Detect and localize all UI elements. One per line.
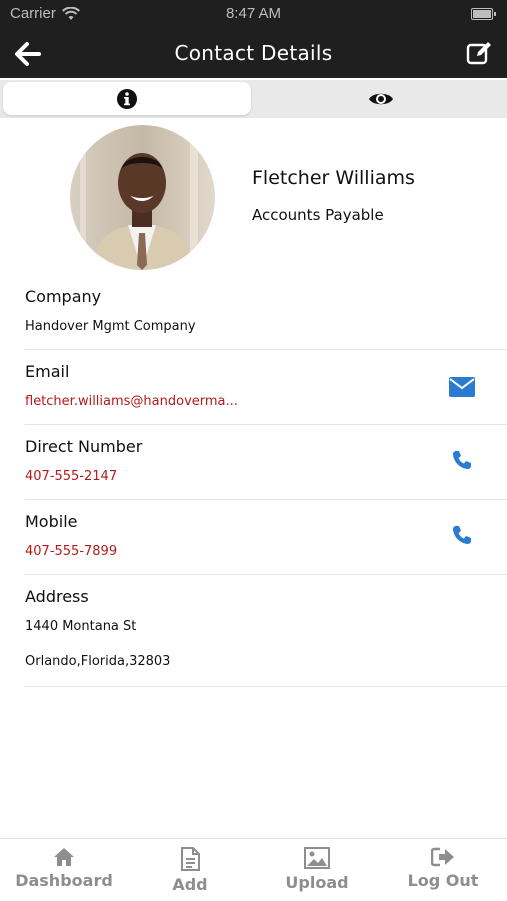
address-line-2: Orlando,Florida,32803 — [25, 654, 171, 669]
tab-add[interactable]: Add — [150, 839, 230, 901]
tab-dashboard[interactable]: Dashboard — [14, 839, 114, 901]
divider — [25, 349, 507, 350]
tab-add-label: Add — [172, 875, 208, 894]
direct-number-label: Direct Number — [25, 437, 143, 456]
envelope-icon[interactable] — [449, 377, 475, 397]
status-bar: Carrier 8:47 AM — [0, 0, 507, 28]
direct-number-row: Direct Number 407-555-2147 — [25, 437, 507, 484]
tab-view[interactable] — [256, 82, 506, 115]
phone-icon[interactable] — [452, 525, 472, 545]
tab-upload-label: Upload — [285, 873, 349, 892]
eye-icon — [369, 93, 393, 104]
company-label: Company — [25, 287, 102, 306]
contact-name: Fletcher Williams — [252, 167, 415, 189]
mobile-value[interactable]: 407-555-7899 — [25, 544, 507, 559]
logout-icon — [431, 847, 454, 867]
tab-info[interactable] — [3, 82, 251, 115]
info-icon — [117, 88, 137, 109]
tab-logout[interactable]: Log Out — [398, 839, 488, 901]
home-icon — [54, 848, 74, 866]
divider — [25, 499, 507, 500]
tab-dashboard-label: Dashboard — [15, 871, 113, 890]
nav-bar: Contact Details — [0, 28, 507, 78]
divider — [25, 686, 507, 687]
tab-logout-label: Log Out — [407, 871, 479, 890]
tab-bar: Dashboard Add Upload Log Out — [0, 838, 507, 901]
avatar — [70, 125, 215, 270]
company-row: Company Handover Mgmt Company — [25, 287, 507, 334]
mobile-row: Mobile 407-555-7899 — [25, 512, 507, 559]
image-icon — [304, 847, 330, 869]
divider — [25, 574, 507, 575]
direct-number-value[interactable]: 407-555-2147 — [25, 469, 507, 484]
address-line-1: 1440 Montana St — [25, 619, 137, 634]
email-value[interactable]: fletcher.williams@handoverma... — [25, 394, 507, 409]
address-row: Address 1440 Montana St Orlando,Florida,… — [25, 587, 507, 669]
contact-role: Accounts Payable — [252, 206, 384, 224]
page-title: Contact Details — [174, 41, 333, 65]
company-value: Handover Mgmt Company — [25, 319, 196, 334]
divider — [25, 424, 507, 425]
document-icon — [181, 847, 200, 871]
mobile-label: Mobile — [25, 512, 78, 531]
edit-icon[interactable] — [465, 39, 493, 67]
status-time: 8:47 AM — [225, 5, 282, 22]
email-label: Email — [25, 362, 70, 381]
email-row: Email fletcher.williams@handoverma... — [25, 362, 507, 409]
phone-icon[interactable] — [452, 450, 472, 470]
segmented-control — [0, 80, 507, 118]
battery-icon — [471, 8, 496, 20]
address-label: Address — [25, 587, 89, 606]
tab-upload[interactable]: Upload — [272, 839, 362, 901]
